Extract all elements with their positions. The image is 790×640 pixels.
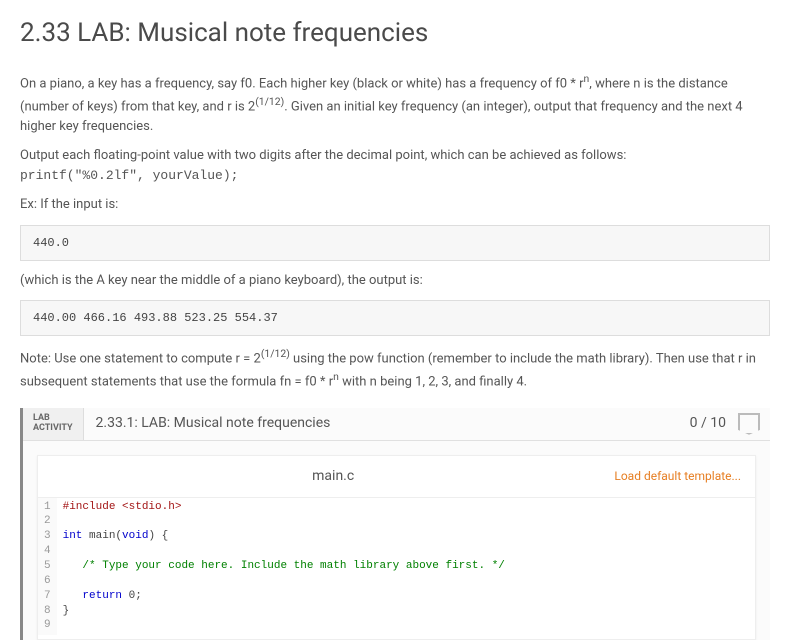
page-title: 2.33 LAB: Musical note frequencies <box>20 14 770 53</box>
load-default-template-link[interactable]: Load default template... <box>614 467 741 485</box>
example-input-box: 440.0 <box>20 225 770 261</box>
example-output-box: 440.00 466.16 493.88 523.25 554.37 <box>20 300 770 336</box>
example-label: Ex: If the input is: <box>20 195 770 215</box>
lab-score: 0 / 10 <box>682 413 734 434</box>
completion-badge-icon <box>738 413 760 435</box>
code-lines[interactable]: #include <stdio.h> int main(void) { /* T… <box>57 498 505 636</box>
editor-filename: main.c <box>52 466 614 487</box>
description-paragraph-2: Output each floating-point value with tw… <box>20 146 770 185</box>
lab-activity-title: 2.33.1: LAB: Musical note frequencies <box>84 413 682 434</box>
lab-activity-panel: LAB ACTIVITY 2.33.1: LAB: Musical note f… <box>20 408 770 640</box>
note-paragraph: Note: Use one statement to compute r = 2… <box>20 346 770 392</box>
lab-header: LAB ACTIVITY 2.33.1: LAB: Musical note f… <box>23 408 770 441</box>
code-editor[interactable]: 123456789 #include <stdio.h> int main(vo… <box>38 497 755 636</box>
line-number-gutter: 123456789 <box>38 498 57 636</box>
lab-activity-tag: LAB ACTIVITY <box>23 408 84 440</box>
example-mid-text: (which is the A key near the middle of a… <box>20 271 770 291</box>
code-editor-panel: main.c Load default template... 12345678… <box>37 455 756 640</box>
printf-example: printf("%0.2lf", yourValue); <box>20 168 238 183</box>
description-paragraph-1: On a piano, a key has a frequency, say f… <box>20 71 770 136</box>
